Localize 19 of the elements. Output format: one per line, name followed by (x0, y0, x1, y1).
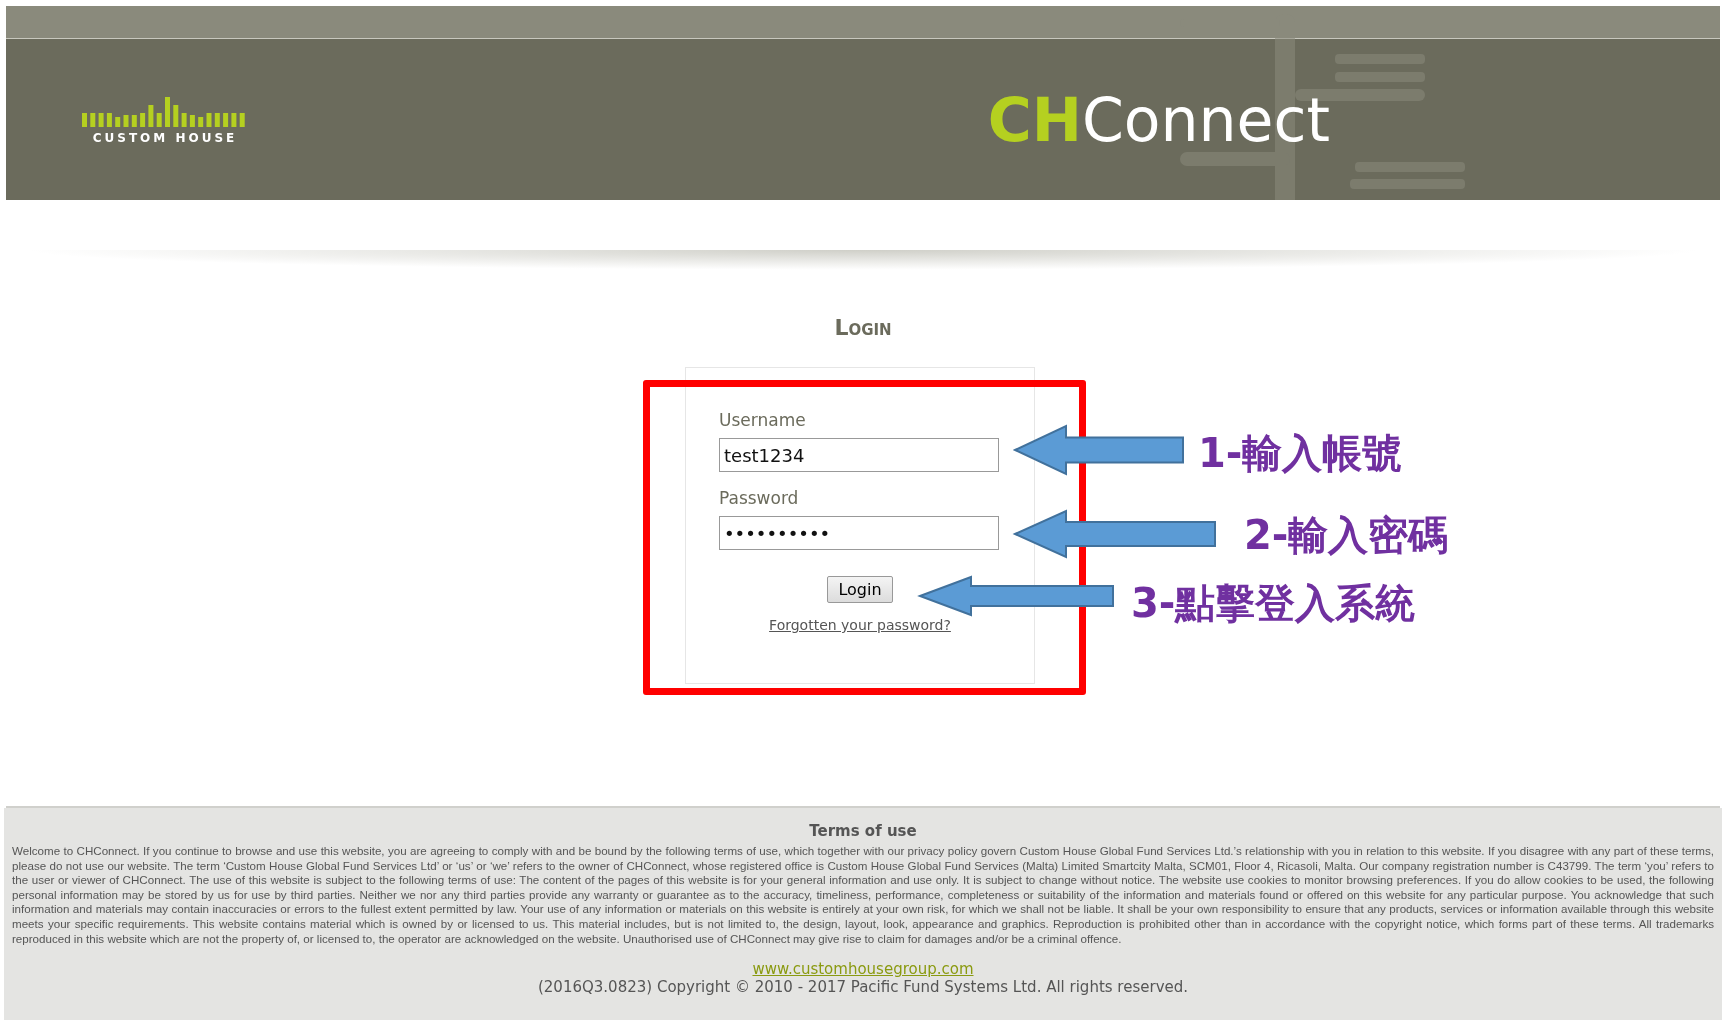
left-arrow-icon (1014, 425, 1184, 475)
terms-text: Welcome to CHConnect. If you continue to browse and use this website, you are agreeing to comply with and be bound by the following terms of use, which together with our privacy policy govern Custom House Global Fund Services Ltd.’s relationship with you in relation to this website. If you disagree with any part of these terms, please do not use our website. The term ‘Custom House Global Fund Services Ltd’ or ‘us’ or ‘we’ refers to the owner of CHConnect, whose registered office is Custom House Global Fund Services (Malta) Limited Smartcity Malta, SCM01, Floor 4, Ricasoli, Malta. Our company registration number is C43799. The term ‘you’ refers to the user or viewer of CHConnect. The use of this website is subject to the following terms of use: The content of the pages of this website is for your general information and use only. It is subject to change without notice. The website use cookies to monitor browsing preferences. If you do allow cookies to be used, the following personal information may be stored by us for use by third parties. Neither we nor any third parties provide any warranty or guarantee as to the accuracy, timeliness, performance, completeness or suitability of the information and materials found or offered on this website for any particular purpose. You acknowledge that such information and materials may contain inaccuracies or errors to the fullest extent permitted by law. Your use of any information or materials on this website is entirely at your own risk, for which we shall not be liable. It shall be your own responsibility to ensure that any products, services or information available through this website meets your specific requirements. This website contains material which is owned by or licensed to us. This material includes, but is not limited to, the design, layout, look, appearance and graphics. Reproduction is prohibited other than in accordance with the copyright notice, which forms part of these terms. All trademarks reproduced in this website which are not the property of, or licensed to, the operator are acknowledged on the website. Unauthorised use of CHConnect may give rise to claim for damages and/or be a criminal offence. (12, 844, 1714, 947)
username-label: Username (719, 410, 807, 430)
terms-title: Terms of use (809, 822, 917, 840)
annotation-text: 3-點擊登入系統 (1131, 579, 1416, 628)
annotation-text: 2-輸入密碼 (1244, 511, 1449, 560)
username-field[interactable]: test1234 (719, 438, 999, 472)
login-title: Login (834, 315, 892, 340)
annotation-text: 1-輸入帳號 (1198, 429, 1403, 478)
copyright-text: (2016Q3.0823) Copyright © 2010 - 2017 Pacific Fund Systems Ltd. All rights reserved. (537, 978, 1189, 997)
left-arrow-icon (1014, 510, 1216, 558)
barcode-logo-icon (82, 94, 248, 127)
password-label: Password (719, 488, 800, 508)
logo-text: CUSTOM HOUSE (92, 130, 238, 145)
left-arrow-icon (919, 576, 1114, 616)
brand-title: CHConnect (987, 84, 1330, 155)
password-field[interactable]: •••••••••• (719, 516, 999, 550)
forgot-password-link[interactable]: Forgotten your password? (769, 617, 951, 633)
login-button[interactable]: Login (827, 576, 893, 603)
